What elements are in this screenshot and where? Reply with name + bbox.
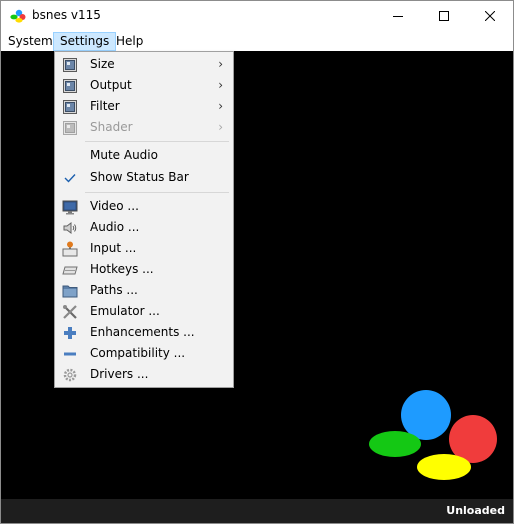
menu-item-label: Mute Audio: [90, 148, 158, 162]
menu-separator: [85, 141, 229, 142]
menu-bar: System Settings Help: [1, 31, 513, 51]
menu-item-label: Video ...: [90, 199, 139, 213]
menu-item-label: Emulator ...: [90, 304, 160, 318]
menu-item-label: Compatibility ...: [90, 346, 186, 360]
bsnes-logo-icon: [10, 9, 26, 23]
menu-item-drivers[interactable]: Drivers ...: [57, 364, 231, 385]
menu-item-hotkeys[interactable]: Hotkeys ...: [57, 259, 231, 280]
minimize-button[interactable]: [375, 1, 421, 31]
window-title: bsnes v115: [32, 8, 101, 22]
menu-settings[interactable]: Settings: [53, 32, 117, 51]
snes-logo: [369, 390, 497, 480]
menu-item-label: Hotkeys ...: [90, 262, 154, 276]
menu-item-label: Enhancements ...: [90, 325, 195, 339]
tools-icon: [62, 304, 78, 320]
menu-item-audio[interactable]: Audio ...: [57, 217, 231, 238]
menu-item-label: Filter: [90, 99, 120, 113]
checkmark-icon: [62, 170, 78, 186]
display-icon: [62, 78, 78, 94]
menu-item-label: Paths ...: [90, 283, 138, 297]
menu-item-input[interactable]: Input ...: [57, 238, 231, 259]
menu-item-enhancements[interactable]: Enhancements ...: [57, 322, 231, 343]
submenu-arrow-icon: ›: [218, 120, 223, 134]
menu-separator: [85, 192, 229, 193]
close-icon: [485, 11, 495, 21]
close-button[interactable]: [467, 1, 513, 31]
display-icon: [62, 57, 78, 73]
maximize-button[interactable]: [421, 1, 467, 31]
joystick-icon: [62, 241, 78, 257]
menu-item-label: Shader: [90, 120, 133, 134]
gear-icon: [62, 367, 78, 383]
menu-item-mute-audio[interactable]: Mute Audio: [57, 145, 231, 166]
menu-item-size[interactable]: Size ›: [57, 54, 231, 75]
display-icon: [62, 120, 78, 136]
minimize-icon: [393, 16, 403, 17]
menu-item-compatibility[interactable]: Compatibility ...: [57, 343, 231, 364]
menu-item-label: Size: [90, 57, 115, 71]
status-text: Unloaded: [446, 504, 505, 517]
minus-icon: [62, 346, 78, 362]
menu-item-filter[interactable]: Filter ›: [57, 96, 231, 117]
menu-item-label: Output: [90, 78, 132, 92]
status-bar: Unloaded: [1, 499, 513, 523]
app-window: bsnes v115 System Settings Help Unloaded: [0, 0, 514, 524]
submenu-arrow-icon: ›: [218, 99, 223, 113]
menu-item-label: Input ...: [90, 241, 137, 255]
display-icon: [62, 99, 78, 115]
menu-item-shader[interactable]: Shader ›: [57, 117, 231, 138]
menu-item-label: Show Status Bar: [90, 170, 189, 184]
folder-icon: [62, 283, 78, 299]
menu-item-emulator[interactable]: Emulator ...: [57, 301, 231, 322]
menu-item-output[interactable]: Output ›: [57, 75, 231, 96]
keyboard-icon: [62, 262, 78, 278]
menu-item-label: Audio ...: [90, 220, 140, 234]
submenu-arrow-icon: ›: [218, 57, 223, 71]
menu-item-label: Drivers ...: [90, 367, 149, 381]
settings-dropdown-menu: Size › Output › Filter › Shader › Mute A…: [54, 51, 234, 388]
menu-item-paths[interactable]: Paths ...: [57, 280, 231, 301]
menu-item-video[interactable]: Video ...: [57, 196, 231, 217]
monitor-icon: [62, 199, 78, 215]
speaker-icon: [62, 220, 78, 236]
title-bar[interactable]: bsnes v115: [1, 1, 513, 31]
plus-icon: [62, 325, 78, 341]
menu-item-show-status-bar[interactable]: Show Status Bar: [57, 167, 231, 188]
menu-help[interactable]: Help: [110, 32, 149, 51]
maximize-icon: [439, 11, 449, 21]
menu-system[interactable]: System: [2, 32, 59, 51]
submenu-arrow-icon: ›: [218, 78, 223, 92]
